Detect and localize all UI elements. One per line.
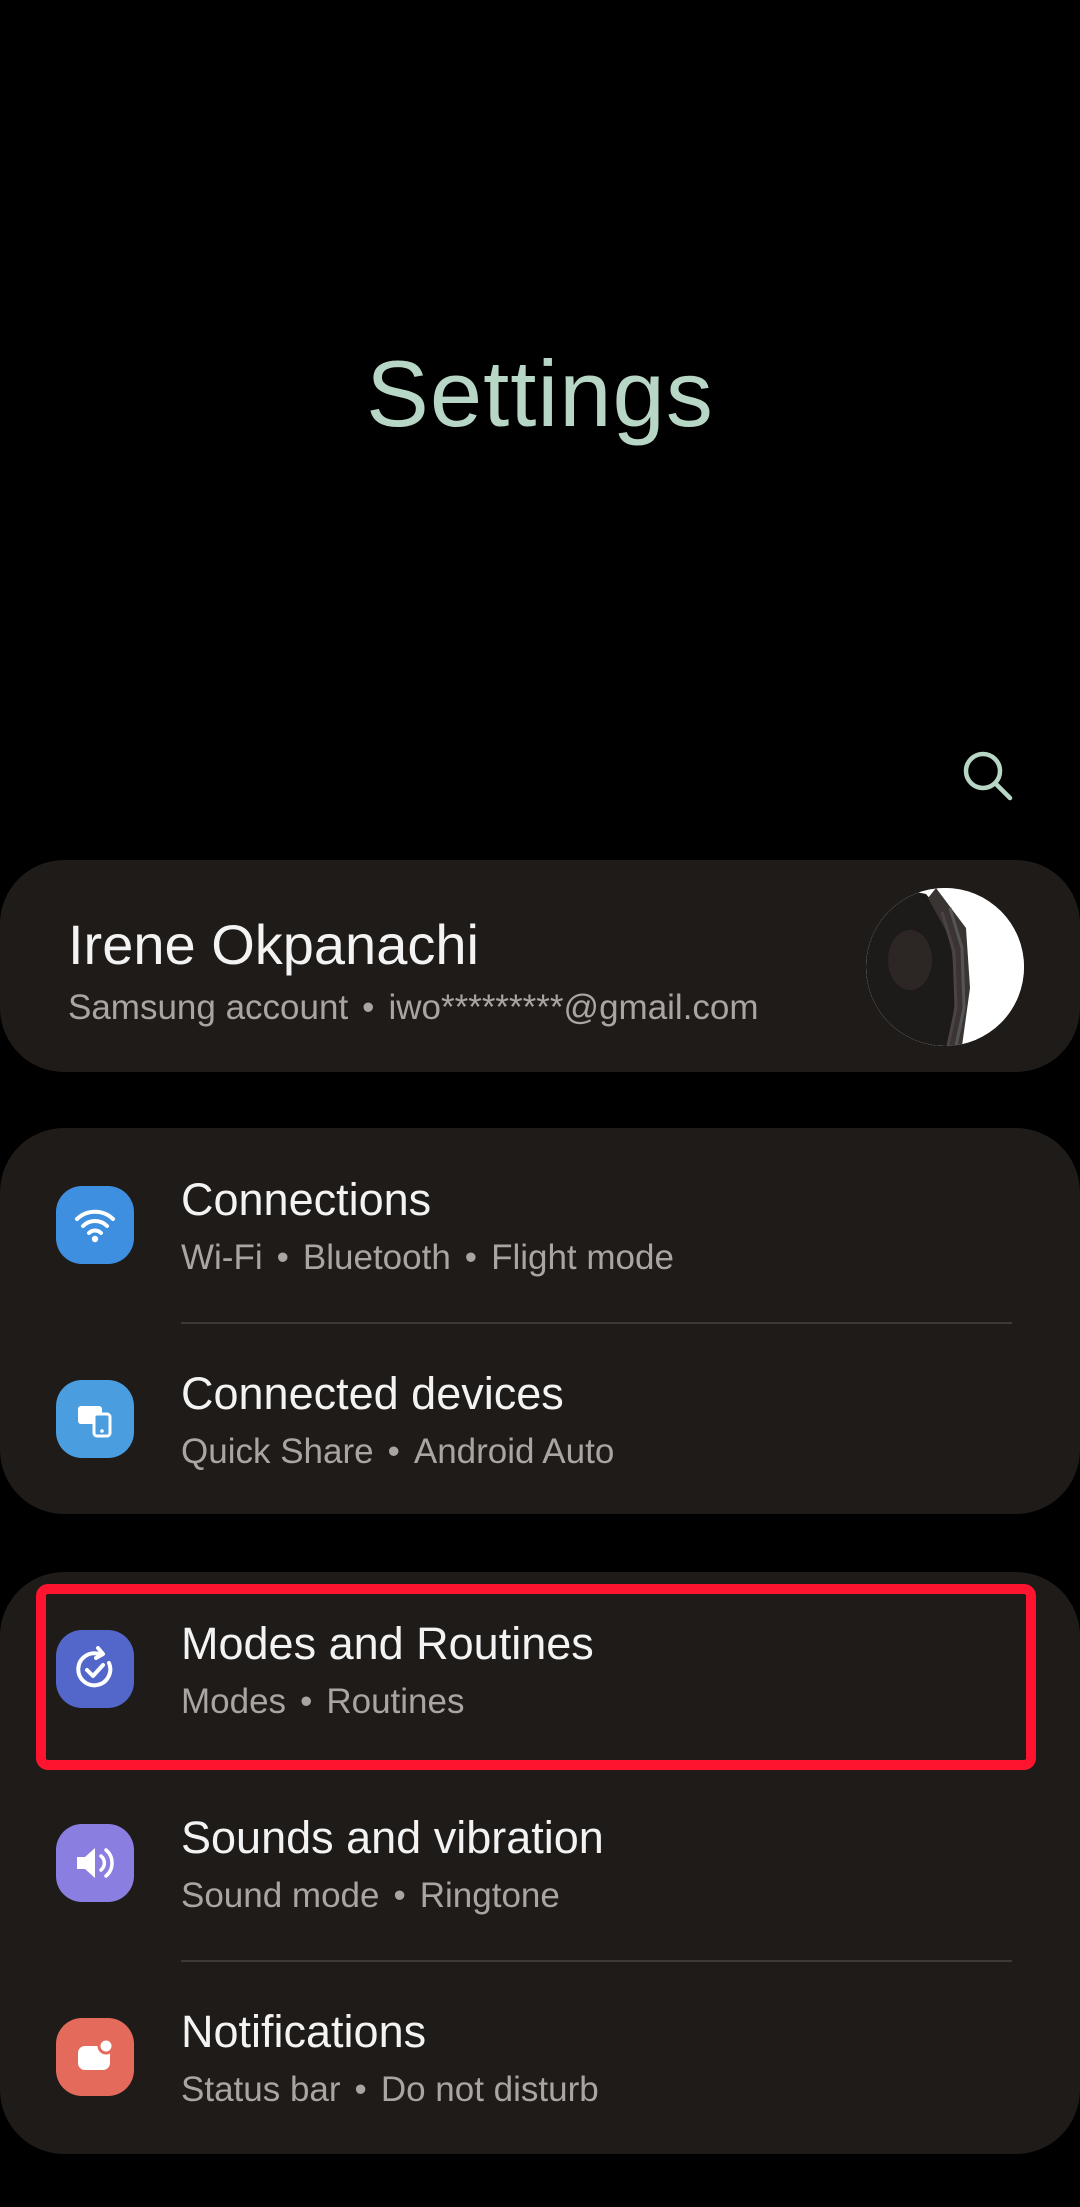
item-subtitle: Quick Share • Android Auto — [181, 1432, 614, 1472]
item-title: Notifications — [181, 2006, 427, 2057]
routines-check-icon — [56, 1630, 134, 1708]
subtitle-part: Bluetooth — [302, 1238, 451, 1277]
speaker-icon — [56, 1824, 134, 1902]
connected-devices-icon — [56, 1380, 134, 1458]
settings-item-modes-and-routines[interactable]: Modes and Routines Modes • Routines — [0, 1572, 1080, 1766]
separator-dot: • — [387, 1432, 400, 1471]
notification-icon — [56, 2018, 134, 2096]
item-title: Modes and Routines — [181, 1618, 594, 1669]
account-subtitle: Samsung account • iwo*********@gmail.com — [68, 988, 759, 1028]
separator-dot: • — [464, 1238, 478, 1277]
subtitle-part: Do not disturb — [380, 2070, 599, 2109]
subtitle-part: Wi-Fi — [181, 1238, 263, 1277]
wifi-icon — [56, 1186, 134, 1264]
settings-item-connected-devices[interactable]: Connected devices Quick Share • Android Au… — [0, 1322, 1080, 1514]
subtitle-part: Android Auto — [413, 1432, 615, 1471]
samsung-account-card[interactable]: Irene Okpanachi Samsung account • iwo*****… — [0, 860, 1080, 1072]
subtitle-part: Status bar — [181, 2070, 341, 2109]
item-title: Connected devices — [181, 1368, 564, 1419]
separator-dot: • — [354, 2070, 367, 2109]
account-type: Samsung account — [68, 988, 349, 1027]
item-title: Sounds and vibration — [181, 1812, 604, 1863]
separator-dot: • — [362, 988, 375, 1027]
subtitle-part: Routines — [326, 1682, 465, 1721]
subtitle-part: Modes — [181, 1682, 287, 1721]
separator-dot: • — [276, 1238, 289, 1277]
account-email: iwo*********@gmail.com — [388, 988, 759, 1027]
account-name: Irene Okpanachi — [68, 913, 479, 976]
settings-item-notifications[interactable]: Notifications Status bar • Do not disturb — [0, 1960, 1080, 2154]
item-subtitle: Sound mode • Ringtone — [181, 1876, 560, 1916]
separator-dot: • — [393, 1876, 406, 1915]
item-title: Connections — [181, 1174, 432, 1225]
settings-item-connections[interactable]: Connections Wi-Fi • Bluetooth • Flight mode — [0, 1128, 1080, 1322]
profile-photo — [866, 888, 1024, 1046]
page-title: Settings — [366, 341, 714, 446]
item-subtitle: Modes • Routines — [181, 1682, 464, 1722]
subtitle-part: Sound mode — [181, 1876, 380, 1915]
search-button[interactable] — [952, 740, 1024, 812]
subtitle-part: Quick Share — [181, 1432, 374, 1471]
item-subtitle: Wi-Fi • Bluetooth • Flight mode — [181, 1238, 674, 1278]
settings-item-sounds-and-vibration[interactable]: Sounds and vibration Sound mode • Ringtone — [0, 1766, 1080, 1960]
settings-group-sound-notifications: Modes and Routines Modes • Routines Sounds… — [0, 1572, 1080, 2154]
settings-group-connections: Connections Wi-Fi • Bluetooth • Flight mode … — [0, 1128, 1080, 1514]
avatar[interactable] — [866, 888, 1024, 1046]
subtitle-part: Ringtone — [419, 1876, 560, 1915]
subtitle-part: Flight mode — [491, 1238, 674, 1277]
search-icon — [963, 751, 1013, 801]
separator-dot: • — [300, 1682, 313, 1721]
item-subtitle: Status bar • Do not disturb — [181, 2070, 599, 2110]
